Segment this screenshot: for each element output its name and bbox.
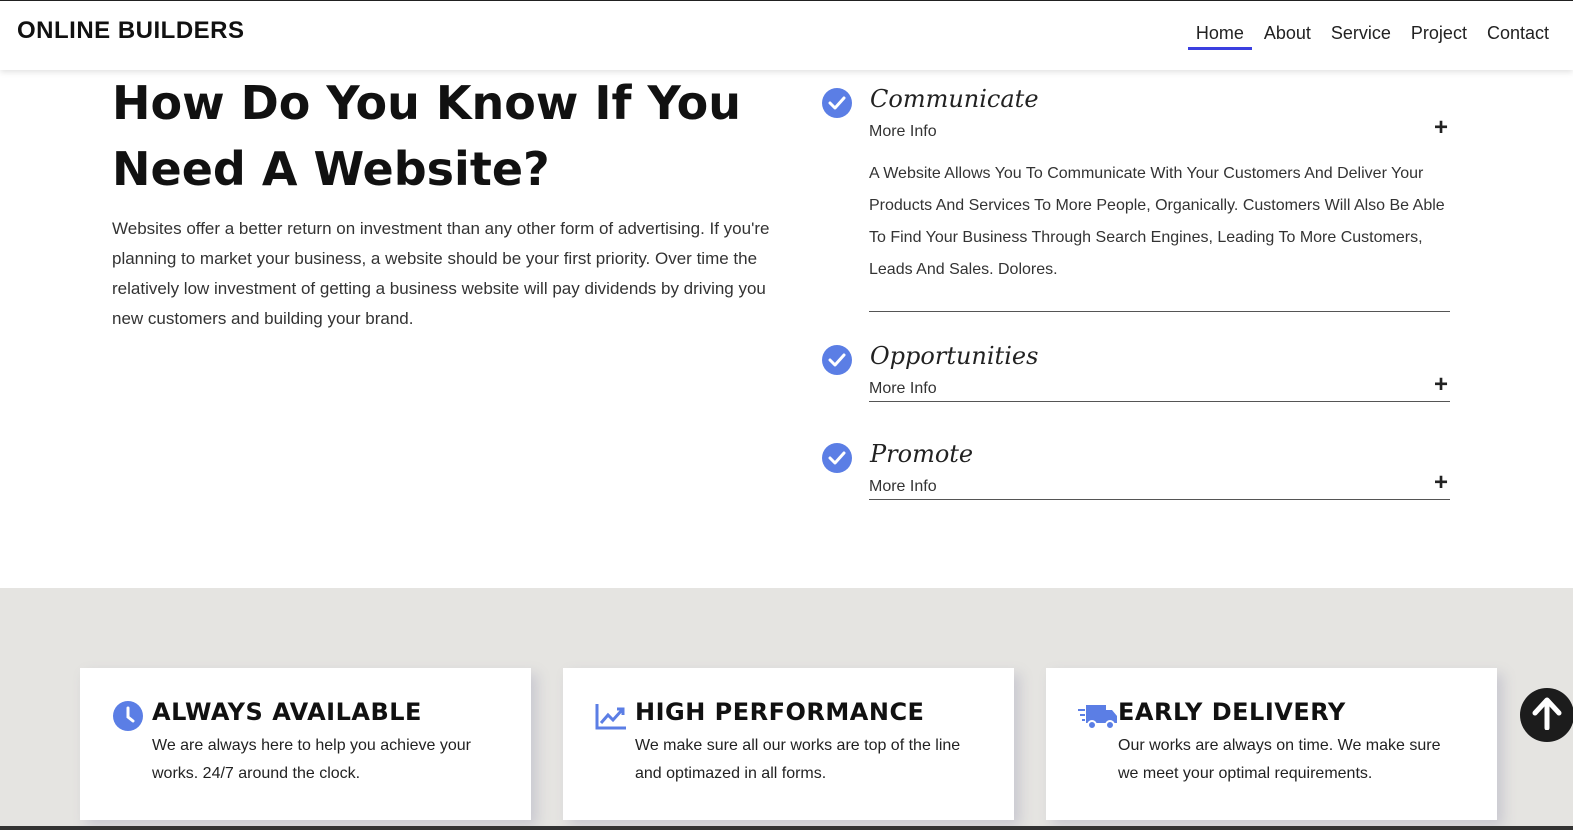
main-nav: Home About Service Project Contact: [1187, 21, 1559, 50]
chart-line-icon: [595, 700, 627, 732]
plus-icon[interactable]: +: [1434, 116, 1448, 140]
features-section: ALWAYS AVAILABLE We are always here to h…: [0, 588, 1573, 830]
check-circle-icon: [822, 443, 852, 473]
accordion-toggle[interactable]: More Info +: [869, 116, 1450, 144]
accordion-title: Promote: [870, 440, 974, 468]
nav-about[interactable]: About: [1254, 21, 1321, 47]
feature-card-early-delivery: EARLY DELIVERY Our works are always on t…: [1046, 668, 1497, 820]
accordion-divider: [869, 311, 1450, 312]
plus-icon[interactable]: +: [1434, 471, 1448, 495]
accordion-body: A Website Allows You To Communicate With…: [869, 165, 1445, 278]
nav-service[interactable]: Service: [1321, 21, 1401, 47]
more-info-label: More Info: [869, 380, 937, 397]
accordion-title: Opportunities: [870, 342, 1039, 370]
back-to-top-button[interactable]: [1520, 688, 1573, 742]
nav-home[interactable]: Home: [1187, 21, 1252, 50]
check-circle-icon: [822, 88, 852, 118]
more-info-label: More Info: [869, 123, 937, 140]
nav-project[interactable]: Project: [1401, 21, 1477, 47]
more-info-label: More Info: [869, 478, 937, 495]
site-header: ONLINE BUILDERS Home About Service Proje…: [0, 1, 1573, 70]
feature-text: We are always here to help you achieve y…: [152, 737, 471, 782]
arrow-up-icon: [1530, 696, 1564, 735]
accordion-title: Communicate: [870, 85, 1039, 113]
feature-card-always-available: ALWAYS AVAILABLE We are always here to h…: [80, 668, 531, 820]
window-bottom-border: [0, 826, 1573, 830]
accordion-toggle[interactable]: More Info +: [869, 373, 1450, 402]
plus-icon[interactable]: +: [1434, 373, 1448, 397]
brand-logo[interactable]: ONLINE BUILDERS: [17, 17, 245, 45]
feature-text: Our works are always on time. We make su…: [1118, 737, 1441, 782]
section-heading: How Do You Know If You Need A Website?: [112, 76, 741, 196]
section-intro: Websites offer a better return on invest…: [112, 219, 770, 328]
feature-text: We make sure all our works are top of th…: [635, 737, 961, 782]
feature-title: HIGH PERFORMANCE: [635, 698, 925, 726]
check-circle-icon: [822, 345, 852, 375]
feature-title: ALWAYS AVAILABLE: [152, 698, 422, 726]
accordion-toggle[interactable]: More Info +: [869, 471, 1450, 500]
clock-icon: [112, 700, 144, 732]
feature-card-high-performance: HIGH PERFORMANCE We make sure all our wo…: [563, 668, 1014, 820]
nav-contact[interactable]: Contact: [1477, 21, 1559, 47]
feature-title: EARLY DELIVERY: [1118, 698, 1346, 726]
truck-icon: [1078, 700, 1117, 732]
